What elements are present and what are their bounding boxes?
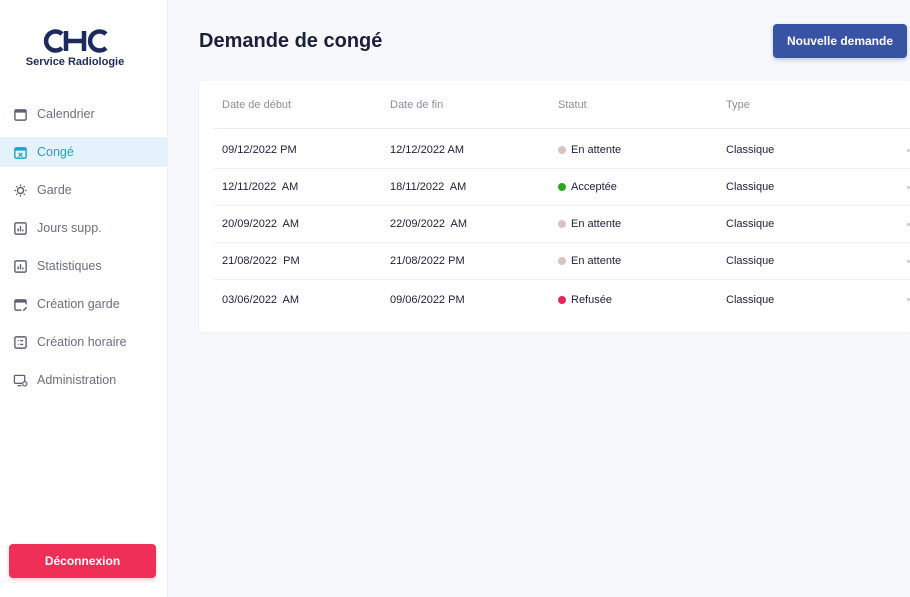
- start-date-cell: 03/06/2022 AM: [222, 293, 300, 306]
- end-date-cell: 18/11/2022 AM: [390, 181, 467, 193]
- status-dot: [558, 257, 566, 265]
- calendar-icon: [12, 106, 28, 122]
- page-title: Demande de congé: [199, 30, 383, 52]
- start-date-cell: 09/12/2022 PM: [222, 144, 297, 156]
- leave-requests-table: Date de début Date de fin Statut Type 09…: [199, 81, 910, 332]
- sidebar-item-label: Calendrier: [37, 107, 95, 121]
- sidebar-item-label: Administration: [37, 373, 117, 387]
- chc-logo-icon: [43, 29, 108, 53]
- new-request-button[interactable]: Nouvelle demande: [773, 24, 907, 58]
- status-label: Refusée: [571, 293, 612, 306]
- list-icon: [12, 334, 28, 350]
- column-header-status[interactable]: Statut: [558, 99, 587, 111]
- sidebar-item-label: Création garde: [37, 297, 120, 311]
- status-label: En attente: [571, 255, 622, 267]
- type-cell: Classique: [726, 255, 775, 267]
- status-badge: Acceptée: [558, 181, 617, 193]
- sidebar-item-creation-horaire[interactable]: Création horaire: [0, 327, 167, 357]
- calendar-x-icon: [12, 144, 28, 160]
- sidebar-item-jours-supp[interactable]: Jours supp.: [0, 213, 167, 243]
- end-date-cell: 12/12/2022 AM: [390, 144, 465, 156]
- table-row[interactable]: 20/09/2022 AM 22/09/2022 AM En attente C…: [213, 206, 910, 243]
- calendar-edit-icon: [12, 296, 28, 312]
- sidebar-item-creation-garde[interactable]: Création garde: [0, 289, 167, 319]
- column-header-start-date[interactable]: Date de début: [222, 99, 291, 111]
- status-badge: En attente: [558, 144, 621, 156]
- end-date-cell: 21/08/2022 PM: [390, 255, 465, 267]
- start-date-cell: 21/08/2022 PM: [222, 255, 300, 267]
- status-label: En attente: [571, 218, 622, 230]
- sidebar-item-label: Statistiques: [37, 259, 102, 273]
- sun-moon-icon: [12, 182, 28, 198]
- sidebar-item-label: Congé: [37, 145, 74, 159]
- logout-button[interactable]: Déconnexion: [9, 544, 156, 578]
- sidebar-item-garde[interactable]: Garde: [0, 175, 167, 205]
- sidebar-nav: Calendrier Congé Garde Jours supp. Stati…: [0, 99, 167, 403]
- sidebar-item-label: Création horaire: [37, 335, 127, 349]
- sidebar-item-conge[interactable]: Congé: [0, 137, 167, 167]
- status-badge: En attente: [558, 255, 621, 267]
- brand-subtitle: Service Radiologie: [25, 56, 125, 68]
- table-row[interactable]: 21/08/2022 PM 21/08/2022 PM En attente C…: [213, 243, 910, 280]
- status-dot: [558, 183, 566, 191]
- column-header-end-date[interactable]: Date de fin: [390, 99, 443, 111]
- sidebar: Service Radiologie Calendrier Congé Gard…: [0, 0, 168, 597]
- bar-chart-icon: [12, 220, 28, 236]
- column-header-type[interactable]: Type: [726, 99, 750, 111]
- type-cell: Classique: [726, 218, 775, 230]
- status-dot: [558, 295, 566, 304]
- status-badge: En attente: [558, 218, 621, 230]
- start-date-cell: 20/09/2022 AM: [222, 218, 300, 230]
- type-cell: Classique: [726, 293, 775, 306]
- sidebar-item-statistiques[interactable]: Statistiques: [0, 251, 167, 281]
- sidebar-item-label: Jours supp.: [37, 221, 102, 235]
- table-row[interactable]: 12/11/2022 AM 18/11/2022 AM Acceptée Cla…: [213, 169, 910, 206]
- status-label: En attente: [571, 144, 622, 156]
- table-header: Date de début Date de fin Statut Type: [213, 81, 910, 129]
- type-cell: Classique: [726, 144, 775, 156]
- monitor-gear-icon: [12, 372, 28, 388]
- bar-chart-icon: [12, 258, 28, 274]
- end-date-cell: 22/09/2022 AM: [390, 218, 468, 230]
- status-badge: Refusée: [558, 294, 612, 306]
- end-date-cell: 09/06/2022 PM: [390, 293, 465, 306]
- sidebar-item-administration[interactable]: Administration: [0, 365, 167, 395]
- type-cell: Classique: [726, 181, 775, 193]
- table-row[interactable]: 09/12/2022 PM 12/12/2022 AM En attente C…: [213, 132, 910, 169]
- status-dot: [558, 146, 566, 154]
- brand-logo: Service Radiologie: [0, 28, 150, 68]
- status-label: Acceptée: [571, 181, 617, 193]
- sidebar-item-label: Garde: [37, 183, 72, 197]
- sidebar-item-calendrier[interactable]: Calendrier: [0, 99, 167, 129]
- start-date-cell: 12/11/2022 AM: [222, 181, 299, 193]
- status-dot: [558, 220, 566, 228]
- table-row[interactable]: 03/06/2022 AM 09/06/2022 PM Refusée Clas…: [213, 281, 910, 318]
